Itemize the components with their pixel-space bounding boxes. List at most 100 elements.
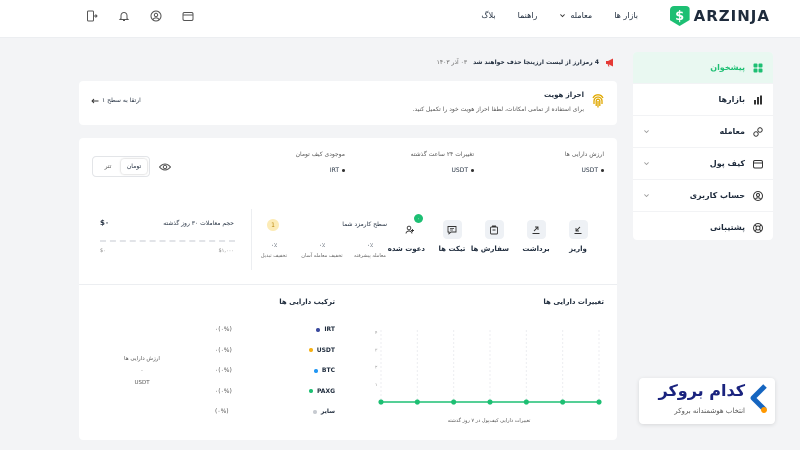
dashboard-icon [753, 63, 763, 72]
asset-percent: (۰%)۰ [215, 326, 232, 333]
top-icons [86, 10, 194, 22]
tickets-button[interactable]: تیکت ها [437, 220, 467, 253]
identity-card: احراز هویت برای استفاده از تمامی امکانات… [79, 81, 617, 125]
deposit-icon [574, 226, 582, 234]
fee-tier-badge: 1 [267, 219, 279, 231]
sidebar-item-account[interactable]: حساب کاربری [633, 180, 773, 212]
fee-convert-discount: ۰٪ تخفیف تبدیل [260, 242, 288, 259]
users-icon [405, 225, 414, 234]
broker-logo-icon [750, 384, 767, 413]
chart-caption: تغییرات دارایی کیف‌پول در ۷ روز گذشته [447, 418, 531, 424]
sidebar-item-support[interactable]: پشتیبانی [633, 212, 773, 240]
asset-name: BTC [313, 367, 335, 374]
nav-guide[interactable]: راهنما [518, 11, 538, 20]
nav-trade[interactable]: معامله [559, 11, 592, 20]
megaphone-icon [606, 58, 613, 67]
chart-point [560, 399, 566, 405]
chart-point [451, 399, 457, 405]
withdraw-icon [532, 226, 540, 234]
identity-description: برای استفاده از تمامی امکانات، لطفا احرا… [412, 106, 584, 113]
logo-text: ARZINJA [693, 7, 770, 25]
volume-value: $۰ [100, 219, 110, 227]
watermark-title: کدام بروکر [658, 381, 746, 400]
asset-composition-list: IRT (۰%)۰ USDT (۰%)۰ BTC (۰%)۰ PAXG (۰%)۰ سایر (۰… [215, 326, 335, 429]
asset-row: BTC (۰%)۰ [215, 367, 335, 388]
top-bar: $ ARZINJA بازار ها معامله راهنما بلاگ [0, 0, 800, 38]
brand-logo[interactable]: $ ARZINJA [669, 6, 770, 26]
volume-box: حجم معاملات ۳۰ روز گذشته $۰ $۰ $۱,۰۰۰ [92, 209, 238, 270]
asset-color-dot [308, 348, 313, 352]
asset-name: سایر [312, 408, 335, 415]
asset-percent: (۰%)۰ [215, 367, 232, 374]
chevron-down-icon [644, 194, 649, 198]
support-icon [753, 222, 763, 233]
volume-min: $۰ [100, 248, 106, 254]
currency-toggle: تتر تومان [92, 156, 150, 177]
stat-24h-change: تغییرات ۲۴ ساعت گذشته USDT [410, 151, 474, 174]
asset-row: IRT (۰%)۰ [215, 326, 335, 347]
logout-icon[interactable] [86, 10, 98, 22]
chart-point [523, 399, 529, 405]
logo-mark: $ [669, 6, 690, 26]
fee-tier-box: سطح کارمزد شما 1 ۰٪ معامله پیشرفته ۰٪ تخفی… [251, 209, 393, 270]
chart-point [414, 399, 420, 405]
orders-icon [490, 225, 498, 234]
announcement-bar[interactable]: 4 رمزارز از لیست ارزینجا حذف خواهند شد ۰… [437, 58, 615, 67]
volume-title: حجم معاملات ۳۰ روز گذشته [163, 220, 234, 227]
asset-percent: (۰%)۰ [215, 387, 232, 395]
referral-count-badge: ۰ [414, 214, 423, 223]
fee-easy-discount: ۰٪ تخفیف معامله آسان [301, 242, 343, 259]
chart-bars-icon [754, 95, 762, 104]
toggle-toman[interactable]: تومان [121, 159, 147, 174]
nav-blog[interactable]: بلاگ [481, 11, 495, 20]
arrow-left-icon [91, 98, 99, 103]
wallet-icon [753, 159, 763, 168]
announcement-date: ۰۳ آذر ۱۴۰۳ [436, 59, 468, 66]
stat-asset-value: ارزش دارایی ها USDT [564, 151, 604, 174]
orders-button[interactable]: سفارش ها [471, 220, 509, 253]
chart-point [596, 399, 602, 405]
bell-icon[interactable] [118, 10, 130, 22]
nav-markets[interactable]: بازار ها [614, 11, 638, 20]
withdraw-button[interactable]: برداشت [521, 220, 551, 253]
eye-icon[interactable] [159, 162, 171, 172]
sidebar: پیشخوان بازارها معامله کیف پول حساب کارب… [633, 52, 773, 240]
sidebar-item-dashboard[interactable]: پیشخوان [633, 52, 773, 84]
asset-color-dot [316, 327, 321, 332]
profile-icon[interactable] [150, 10, 162, 22]
upgrade-level-link[interactable]: ارتقا به سطح ۱ [91, 97, 141, 104]
chart-y-tick: ۴ [375, 331, 378, 336]
chart-y-tick: ۲ [375, 366, 378, 371]
watermark-subtitle: انتخاب هوشمندانه بروکر [674, 407, 745, 415]
quick-actions: واریز برداشت سفارش ها تیکت ها ۰ دعوت شده [388, 214, 593, 253]
sidebar-item-markets[interactable]: بازارها [633, 84, 773, 116]
chart-y-tick: ۳ [375, 347, 378, 353]
sidebar-item-trade[interactable]: معامله [633, 116, 773, 148]
asset-color-dot [312, 409, 317, 414]
top-nav: بازار ها معامله راهنما بلاگ [481, 11, 638, 20]
wallet-icon[interactable] [182, 10, 194, 22]
chart-point [378, 399, 384, 405]
asset-name: IRT [316, 326, 335, 333]
dashboard-main-card: ارزش دارایی ها USDT تغییرات ۲۴ ساعت گذشت… [79, 138, 617, 440]
sidebar-item-wallet[interactable]: کیف پول [633, 148, 773, 180]
asset-changes-title: تغییرات دارایی ها [543, 298, 604, 306]
asset-composition-title: ترکیب دارایی ها [279, 298, 335, 306]
volume-max: $۱,۰۰۰ [218, 248, 234, 254]
identity-title: احراز هویت [544, 91, 584, 99]
ticket-chat-icon [447, 225, 457, 235]
fingerprint-icon [592, 94, 604, 108]
volume-progress-bar [100, 240, 235, 242]
toggle-usdt[interactable]: تتر [95, 159, 121, 174]
user-icon [753, 190, 763, 201]
referrals-button[interactable]: ۰ دعوت شده [388, 214, 425, 253]
chart-y-tick: ۱ [375, 383, 377, 388]
asset-percent: (۰%)۰ [215, 346, 232, 354]
deposit-button[interactable]: واریز [563, 220, 593, 253]
chevron-down-icon [560, 14, 566, 18]
asset-changes-chart: ۴ ۳ ۲ ۱ [375, 330, 602, 405]
asset-row: سایر (۰%) [215, 408, 335, 429]
announcement-text: 4 رمزارز از لیست ارزینجا حذف خواهند شد [473, 59, 599, 66]
asset-row: USDT (۰%)۰ [215, 347, 335, 368]
asset-name: PAXG [308, 388, 335, 395]
